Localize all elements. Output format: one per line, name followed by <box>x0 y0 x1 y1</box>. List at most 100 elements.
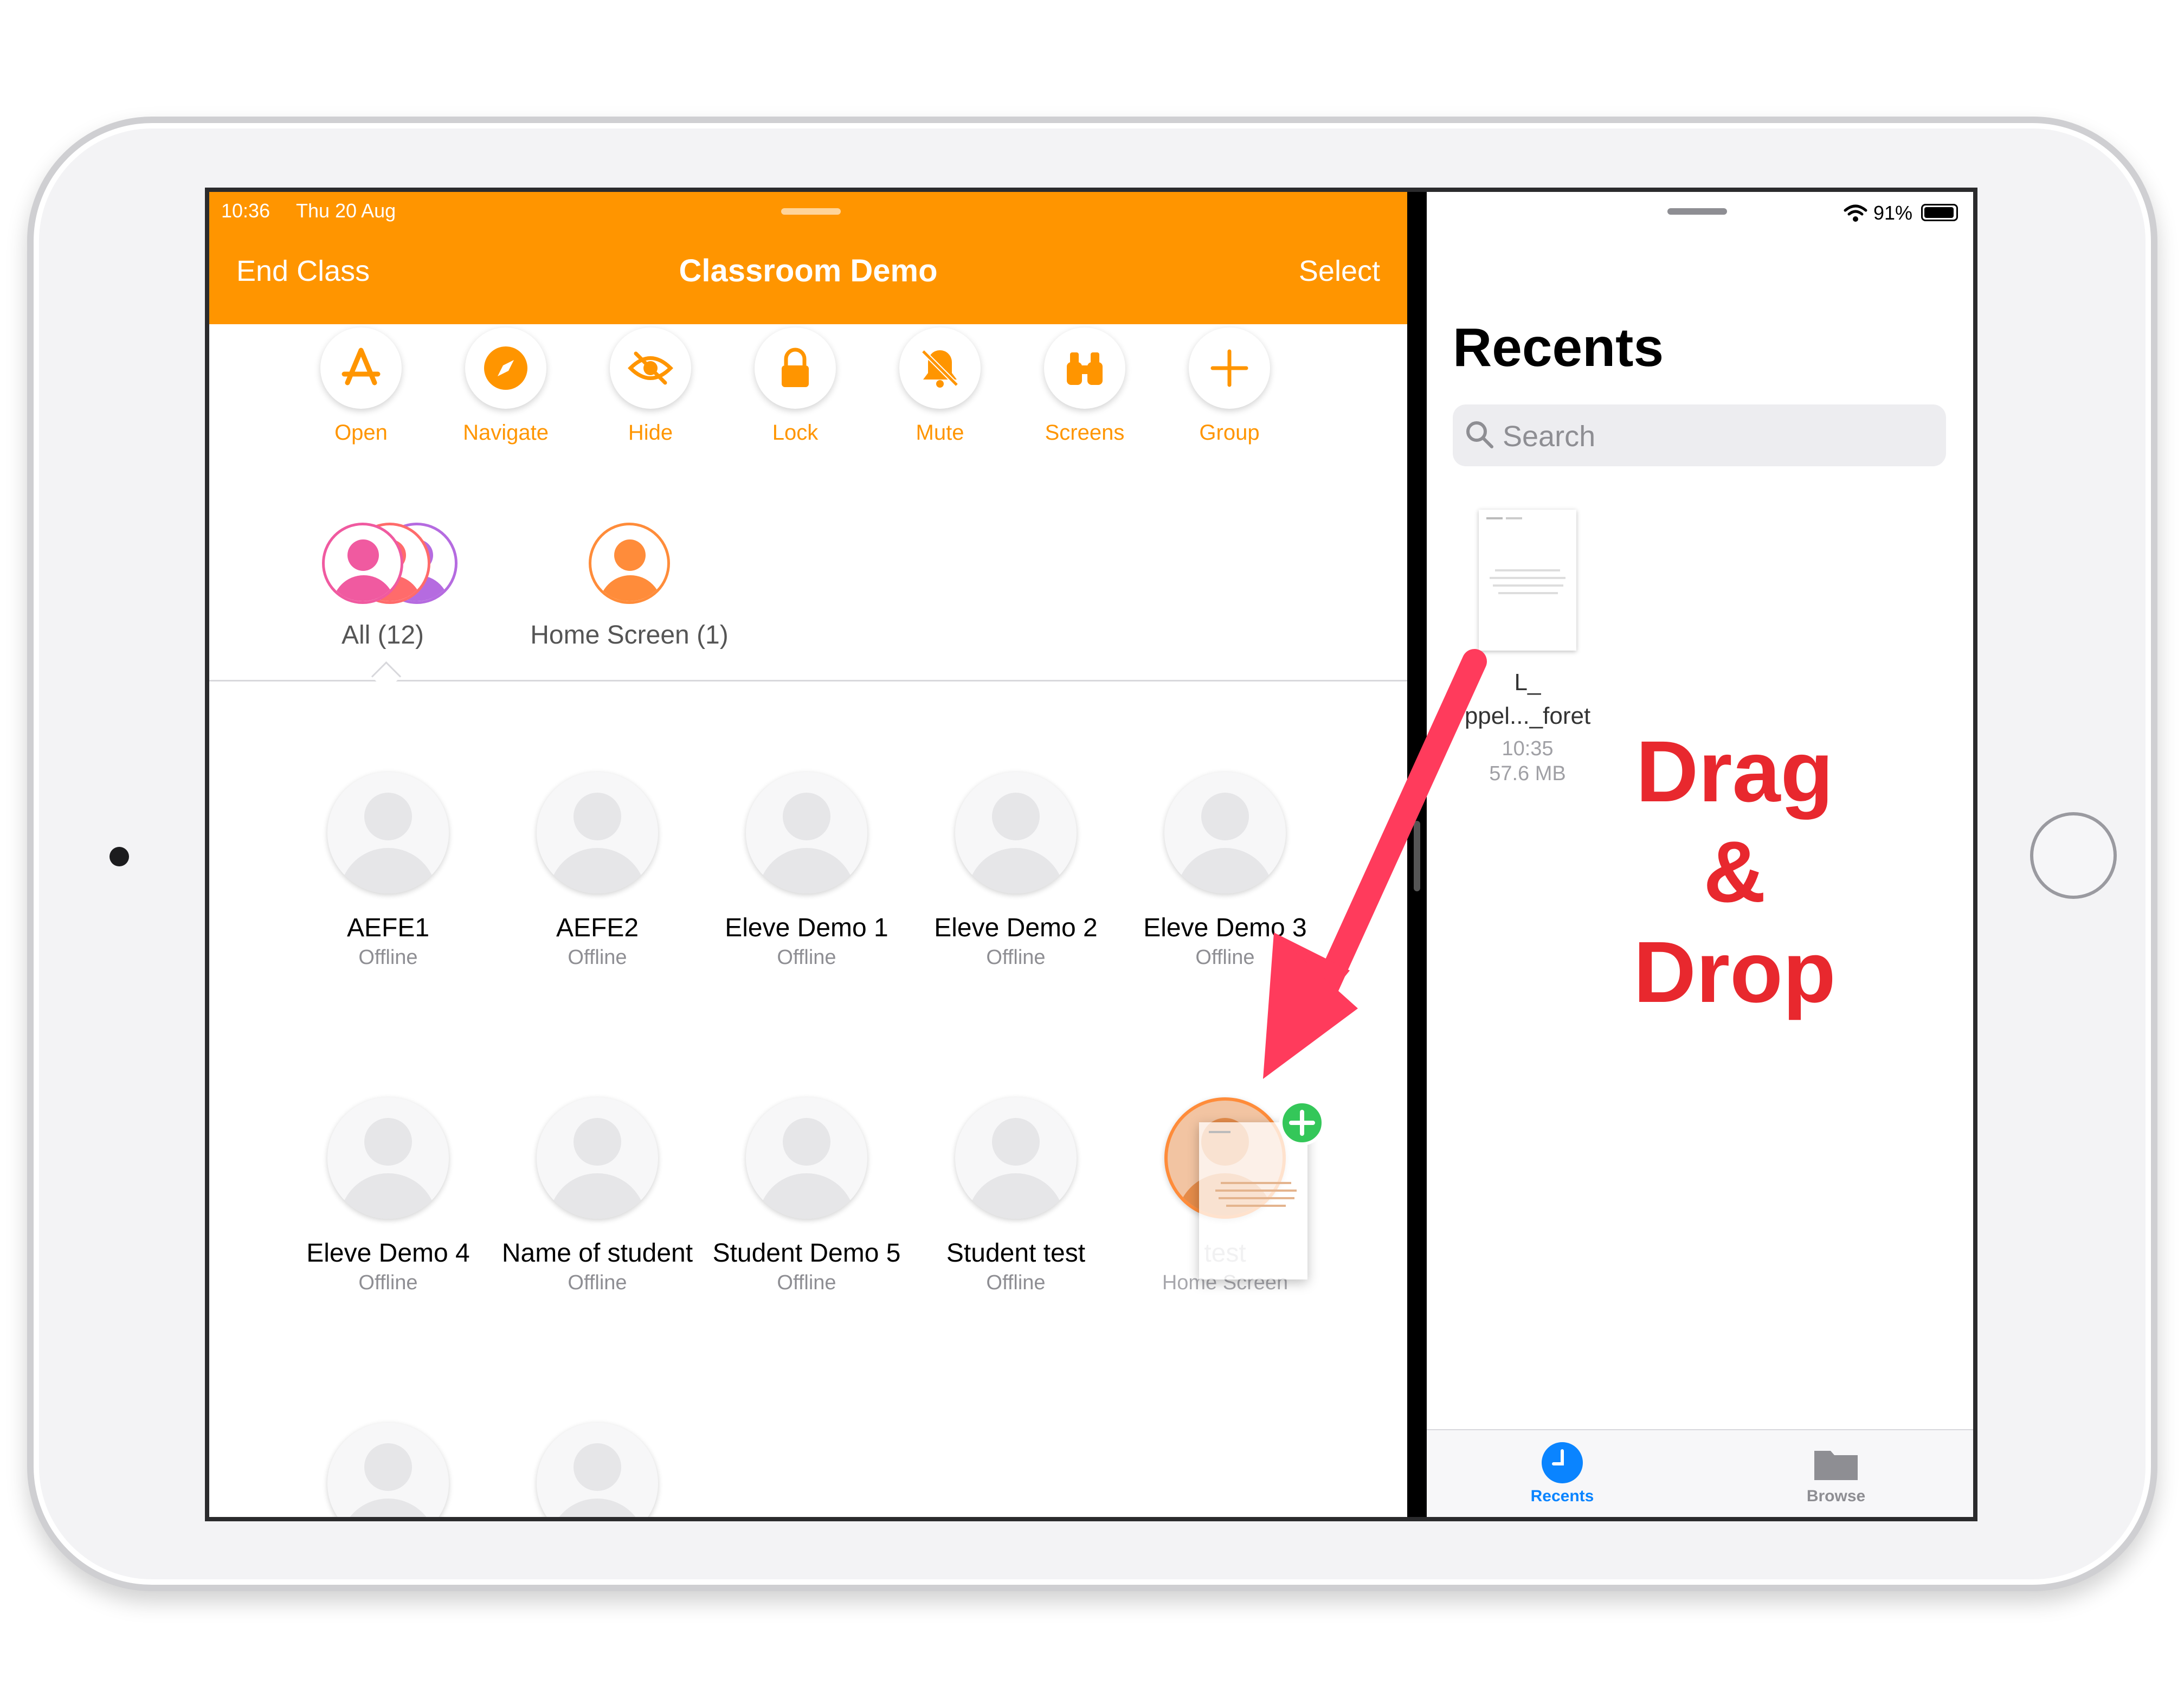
action-label: Mute <box>916 421 964 445</box>
avatar <box>537 1097 658 1219</box>
bell-slash-icon <box>921 349 959 388</box>
page-title: Recents <box>1453 317 1664 378</box>
action-label: Lock <box>772 421 819 445</box>
multitasking-grabber[interactable] <box>781 208 841 215</box>
battery-percent: 91% <box>1873 202 1913 224</box>
student-card[interactable]: AEFE1 Offline <box>285 772 491 969</box>
binoculars-icon <box>1067 352 1103 385</box>
status-date: Thu 20 Aug <box>296 200 396 222</box>
add-badge <box>1279 1100 1325 1146</box>
student-name: AEFE1 <box>346 914 430 942</box>
student-name: Student Demo 5 <box>712 1239 901 1268</box>
student-card[interactable]: Eleve Demo 4 Offline <box>285 1097 491 1295</box>
lock-icon <box>782 348 809 387</box>
file-name: ppel..._foret <box>1464 703 1591 729</box>
dragged-file-preview[interactable] <box>1199 1122 1307 1279</box>
search-icon <box>1466 421 1493 448</box>
avatar <box>537 1423 658 1517</box>
avatar <box>537 772 658 893</box>
split-view-handle[interactable] <box>1414 821 1420 891</box>
avatar <box>322 523 403 604</box>
annotation-line: & <box>1703 823 1766 920</box>
student-name: Name of student <box>501 1239 693 1268</box>
navigate-action-button[interactable]: Navigate <box>441 327 571 445</box>
student-status: Offline <box>568 1271 627 1294</box>
student-card[interactable] <box>494 1423 700 1517</box>
classroom-app: 10:36 Thu 20 Aug End Class Classroom Dem… <box>209 192 1407 1517</box>
search-placeholder: Search <box>1503 420 1596 453</box>
student-name: Eleve Demo 3 <box>1143 914 1307 942</box>
page-title: Classroom Demo <box>679 253 938 288</box>
student-card[interactable]: Student test Offline <box>913 1097 1119 1295</box>
avatar <box>1164 772 1286 893</box>
avatar <box>327 772 449 893</box>
home-button[interactable] <box>2030 812 2117 899</box>
mute-action-button[interactable]: Mute <box>875 327 1005 445</box>
avatar <box>955 1097 1077 1219</box>
group-all[interactable] <box>318 517 469 609</box>
open-action-button[interactable]: Open <box>296 327 426 445</box>
battery-icon <box>1921 204 1958 221</box>
annotation-line: Drag <box>1635 723 1834 820</box>
avatar <box>746 772 867 893</box>
selection-indicator <box>371 661 402 692</box>
student-card[interactable]: Eleve Demo 1 Offline <box>704 772 910 969</box>
group-home-screen[interactable] <box>589 523 670 604</box>
nav-bar: 10:36 Thu 20 Aug End Class Classroom Dem… <box>209 192 1407 324</box>
tab-recents[interactable]: Recents <box>1527 1441 1597 1506</box>
hide-action-button[interactable]: Hide <box>585 327 716 445</box>
student-status: Offline <box>986 946 1046 969</box>
student-card[interactable]: Eleve Demo 3 Offline <box>1122 772 1328 969</box>
file-time: 10:35 <box>1502 737 1554 760</box>
action-label: Open <box>334 421 388 445</box>
plus-icon <box>1210 349 1248 387</box>
folder-icon <box>1814 1451 1858 1480</box>
lock-action-button[interactable]: Lock <box>730 327 860 445</box>
multitasking-grabber[interactable] <box>1667 208 1727 215</box>
action-label: Navigate <box>463 421 549 445</box>
front-camera <box>109 847 129 866</box>
group-home-screen-label: Home Screen (1) <box>530 621 729 650</box>
select-button[interactable]: Select <box>1299 254 1380 288</box>
compass-icon <box>484 346 527 390</box>
status-time: 10:36 <box>221 200 270 222</box>
student-name: Eleve Demo 1 <box>725 914 888 942</box>
file-size: 57.6 MB <box>1489 762 1566 785</box>
wifi-icon <box>1844 204 1867 222</box>
student-card[interactable] <box>285 1423 491 1517</box>
file-name: L_ <box>1514 669 1541 696</box>
tab-label: Recents <box>1530 1487 1594 1505</box>
tab-bar: Recents Browse <box>1427 1429 1973 1517</box>
student-status: Offline <box>777 946 836 969</box>
student-status: Offline <box>1195 946 1255 969</box>
student-card[interactable]: Student Demo 5 Offline <box>704 1097 910 1295</box>
annotation-line: Drop <box>1633 923 1836 1020</box>
eye-slash-icon <box>628 351 673 385</box>
student-status: Offline <box>777 1271 836 1294</box>
screens-action-button[interactable]: Screens <box>1020 327 1150 445</box>
annotation-text: Drag & Drop <box>1632 721 1838 1022</box>
student-card[interactable]: Eleve Demo 2 Offline <box>913 772 1119 969</box>
avatar <box>955 772 1077 893</box>
clock-icon <box>1542 1442 1583 1483</box>
avatar <box>746 1097 867 1219</box>
group-action-button[interactable]: Group <box>1164 327 1294 445</box>
action-label: Hide <box>628 421 673 445</box>
action-label: Group <box>1199 421 1260 445</box>
student-name: Student test <box>946 1239 1086 1268</box>
app-store-icon <box>342 348 381 385</box>
tab-label: Browse <box>1806 1487 1866 1505</box>
plus-icon <box>1289 1110 1315 1136</box>
action-label: Screens <box>1045 421 1125 445</box>
avatar <box>327 1097 449 1219</box>
student-name: Eleve Demo 2 <box>934 914 1098 942</box>
student-card[interactable]: Name of student Offline <box>494 1097 700 1295</box>
file-thumbnail[interactable] <box>1479 510 1576 651</box>
avatar <box>327 1423 449 1517</box>
student-status: Offline <box>986 1271 1046 1294</box>
student-status: Offline <box>568 946 627 969</box>
tab-browse[interactable]: Browse <box>1801 1441 1871 1506</box>
student-status: Offline <box>358 946 418 969</box>
student-card[interactable]: AEFE2 Offline <box>494 772 700 969</box>
group-all-label: All (12) <box>341 621 424 650</box>
